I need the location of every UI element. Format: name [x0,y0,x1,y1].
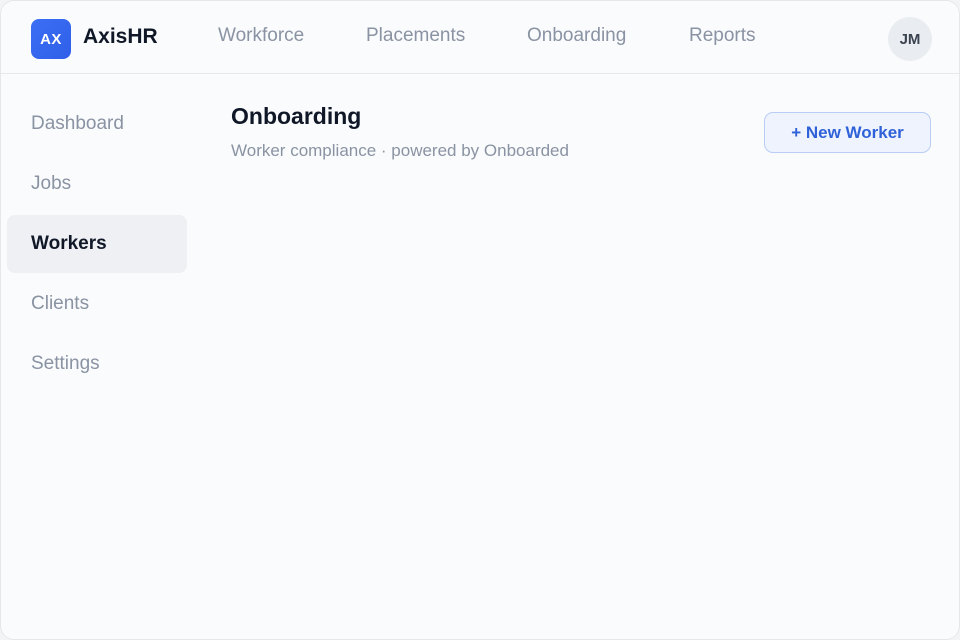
sidebar-item-dashboard[interactable]: Dashboard [7,95,187,153]
page-title: Onboarding [231,103,362,129]
nav-item-onboarding[interactable]: Onboarding [527,25,626,47]
app-window: AX AxisHR Workforce Placements Onboardin… [0,0,960,640]
avatar[interactable]: JM [888,17,932,61]
page-subtitle: Worker compliance · powered by Onboarded [231,141,569,160]
nav-item-placements[interactable]: Placements [366,25,465,47]
nav-item-reports[interactable]: Reports [689,25,756,47]
brand-name[interactable]: AxisHR [83,25,158,49]
nav-item-workforce[interactable]: Workforce [218,25,304,47]
new-worker-button[interactable]: + New Worker [764,112,931,153]
sidebar-item-workers[interactable]: Workers [7,215,187,273]
sidebar-item-settings[interactable]: Settings [7,335,187,393]
sidebar-item-jobs[interactable]: Jobs [7,155,187,213]
sidebar: Dashboard Jobs Workers Clients Settings [1,75,201,635]
main-content-area [201,181,959,639]
logo[interactable]: AX [31,19,71,59]
top-navbar: AX AxisHR Workforce Placements Onboardin… [1,1,959,74]
sidebar-item-clients[interactable]: Clients [7,275,187,333]
